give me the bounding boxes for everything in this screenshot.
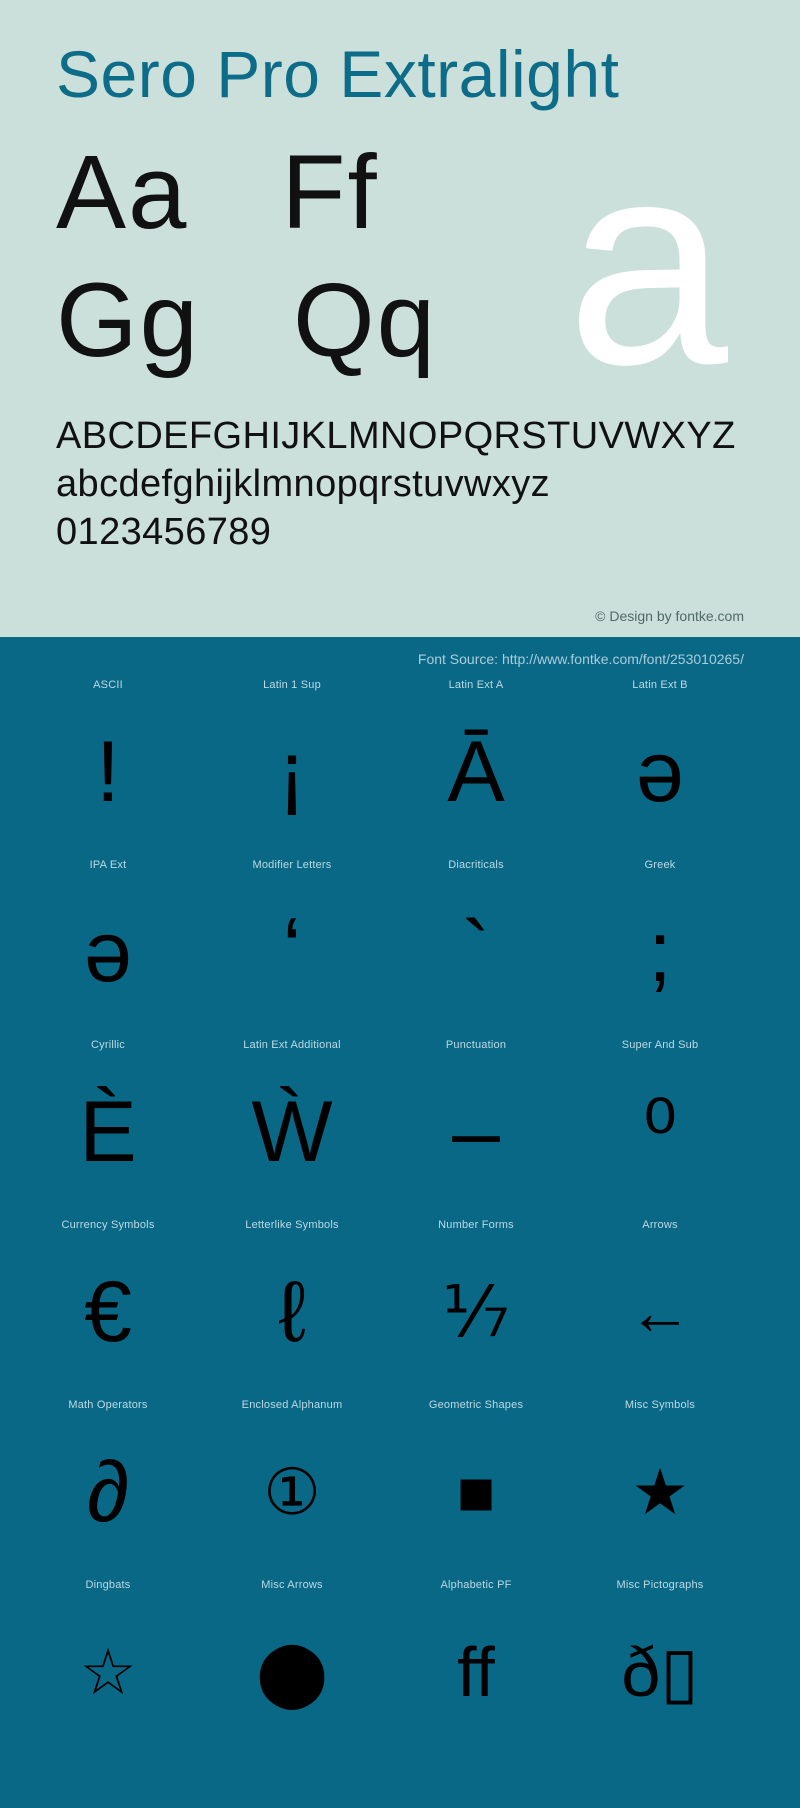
sample-pair-aa: Aa <box>56 134 189 251</box>
glyph-range-cell[interactable]: Enclosed Alphanum ① <box>200 1399 384 1579</box>
glyph-range-cell[interactable]: Super And Sub ⁰ <box>568 1039 752 1219</box>
glyph-range-label: ASCII <box>93 679 123 691</box>
glyph-range-label: Latin 1 Sup <box>263 679 321 691</box>
glyph-range-row: Math Operators ∂ Enclosed Alphanum ① Geometr… <box>0 1399 800 1579</box>
glyph-range-cell[interactable]: Dingbats ☆ <box>16 1579 200 1759</box>
large-sample-block: Aa Ff Gg Qq a <box>0 118 800 408</box>
glyph-range-label: Misc Symbols <box>624 1399 696 1411</box>
glyph-range-row: Currency Symbols € Letterlike Symbols ℓ Numb… <box>0 1219 800 1399</box>
glyph-range-cell[interactable]: Geometric Shapes ■ <box>384 1399 568 1579</box>
glyph-range-cell[interactable]: Latin Ext Additional Ẁ <box>200 1039 384 1219</box>
glyph-range-label: Misc Arrows <box>261 1579 323 1591</box>
glyph-range-label: Dingbats <box>85 1579 131 1591</box>
glyph-range-label: Math Operators <box>68 1399 148 1411</box>
glyph-range-label: Geometric Shapes <box>428 1399 524 1411</box>
sample-row-2: Gg Qq <box>56 268 437 373</box>
page-title: Sero Pro Extralight <box>56 37 620 111</box>
one-seventh-fraction-glyph: ⅐ <box>442 1273 510 1351</box>
font-source-link[interactable]: Font Source: http://www.fontke.com/font/… <box>418 651 744 667</box>
glyph-range-cell[interactable]: Latin Ext A Ā <box>384 679 568 859</box>
superscript-zero-glyph: ⁰ <box>642 1084 678 1180</box>
glyph-range-cell[interactable]: Diacriticals ` <box>384 859 568 1039</box>
combining-grave-glyph: ` <box>461 904 491 1000</box>
ff-ligature-glyph: ff <box>457 1633 495 1711</box>
modifier-turned-comma-glyph: ʻ <box>282 904 302 1000</box>
specimen-light-panel: Sero Pro Extralight Aa Ff Gg Qq a ABCDEF… <box>0 0 800 637</box>
circled-one-glyph: ① <box>263 1456 321 1528</box>
glyph-range-label: Latin Ext Additional <box>243 1039 341 1051</box>
sample-row-1: Aa Ff <box>56 140 379 245</box>
glyph-range-label: Alphabetic PF <box>440 1579 512 1591</box>
glyph-range-cell[interactable]: Number Forms ⅐ <box>384 1219 568 1399</box>
glyph-range-cell[interactable]: IPA Ext ə <box>16 859 200 1039</box>
glyph-range-cell[interactable]: Greek; <box>568 859 752 1039</box>
glyph-range-cell[interactable]: Misc Pictographs ð▯ <box>568 1579 752 1759</box>
greek-question-mark-glyph: ; <box>648 904 672 1000</box>
glyph-range-row: IPA Ext ə Modifier Letters ʻ Diacriticals ` Gr… <box>0 859 800 1039</box>
glyph-range-label: Arrows <box>642 1219 678 1231</box>
exclamation-glyph: ! <box>96 724 120 820</box>
glyph-range-label: Punctuation <box>445 1039 507 1051</box>
glyph-range-row: Dingbats ☆ Misc Arrows ⬤ Alphabetic PF ff Misc… <box>0 1579 800 1759</box>
copyright-notice: © Design by fontke.com <box>595 608 744 624</box>
glyph-range-label: IPA Ext <box>89 859 127 871</box>
left-arrow-glyph: ← <box>628 1276 692 1348</box>
partial-differential-glyph: ∂ <box>86 1444 130 1540</box>
glyph-range-label: Misc Pictographs <box>616 1579 704 1591</box>
glyph-range-label: Cyrillic <box>91 1039 125 1051</box>
glyph-range-cell[interactable]: Misc Arrows ⬤ <box>200 1579 384 1759</box>
glyph-range-cell[interactable]: Latin 1 Sup ¡ <box>200 679 384 859</box>
glyph-range-label: Diacriticals <box>448 859 504 871</box>
glyph-range-cell[interactable]: Modifier Letters ʻ <box>200 859 384 1039</box>
black-circle-glyph: ⬤ <box>256 1636 328 1708</box>
uppercase-alphabet-line: ABCDEFGHIJKLMNOPQRSTUVWXYZ <box>56 415 736 457</box>
glyph-range-label: Greek <box>644 859 676 871</box>
glyph-range-label: Super And Sub <box>621 1039 699 1051</box>
digits-line: 0123456789 <box>56 511 272 553</box>
sample-pair-ff: Ff <box>281 134 379 251</box>
sample-pair-qq: Qq <box>292 262 438 379</box>
figure-dash-glyph: ‒ <box>452 1084 500 1180</box>
glyph-range-label: Enclosed Alphanum <box>241 1399 343 1411</box>
glyph-range-row: Cyrillic È Latin Ext Additional Ẁ Punctuatio… <box>0 1039 800 1219</box>
sample-pair-gg: Gg <box>56 262 201 379</box>
glyph-range-cell[interactable]: Alphabetic PF ff <box>384 1579 568 1759</box>
glyph-range-label: Number Forms <box>438 1219 514 1231</box>
glyph-range-row: ASCII! Latin 1 Sup ¡ Latin Ext A Ā Latin Ext … <box>0 679 800 859</box>
glyph-range-cell[interactable]: Punctuation ‒ <box>384 1039 568 1219</box>
unicode-coverage-panel: Font Source: http://www.fontke.com/font/… <box>0 637 800 1808</box>
w-grave-glyph: Ẁ <box>251 1084 333 1180</box>
glyph-range-cell[interactable]: Arrows ← <box>568 1219 752 1399</box>
white-star-glyph: ☆ <box>79 1636 137 1708</box>
schwa-glyph: ə <box>84 904 132 1000</box>
glyph-range-label: Modifier Letters <box>252 859 332 871</box>
glyph-range-cell[interactable]: Latin Ext B ǝ <box>568 679 752 859</box>
glyph-range-grid: ASCII! Latin 1 Sup ¡ Latin Ext A Ā Latin Ext … <box>0 679 800 1759</box>
cyrillic-ie-grave-glyph: È <box>79 1084 137 1180</box>
glyph-range-cell[interactable]: Math Operators ∂ <box>16 1399 200 1579</box>
script-small-l-glyph: ℓ <box>278 1264 306 1360</box>
glyph-range-cell[interactable]: Currency Symbols € <box>16 1219 200 1399</box>
turned-e-glyph: ǝ <box>636 724 684 820</box>
hero-letter: a <box>566 101 728 425</box>
a-macron-glyph: Ā <box>447 724 505 820</box>
glyph-range-label: Latin Ext B <box>632 679 688 691</box>
glyph-range-label: Letterlike Symbols <box>245 1219 339 1231</box>
glyph-range-cell[interactable]: Misc Symbols ★ <box>568 1399 752 1579</box>
glyph-range-cell[interactable]: Letterlike Symbols ℓ <box>200 1219 384 1399</box>
glyph-range-label: Latin Ext A <box>448 679 504 691</box>
black-star-glyph: ★ <box>631 1456 689 1528</box>
glyph-range-label: Currency Symbols <box>61 1219 155 1231</box>
black-square-glyph: ■ <box>456 1456 496 1528</box>
inverted-exclamation-glyph: ¡ <box>277 724 307 820</box>
glyph-range-cell[interactable]: ASCII! <box>16 679 200 859</box>
euro-sign-glyph: € <box>84 1264 132 1360</box>
eth-tofu-glyph: ð▯ <box>621 1633 699 1711</box>
font-specimen-page: Sero Pro Extralight Aa Ff Gg Qq a ABCDEF… <box>0 0 800 1808</box>
lowercase-alphabet-line: abcdefghijklmnopqrstuvwxyz <box>56 463 551 505</box>
glyph-range-cell[interactable]: Cyrillic È <box>16 1039 200 1219</box>
